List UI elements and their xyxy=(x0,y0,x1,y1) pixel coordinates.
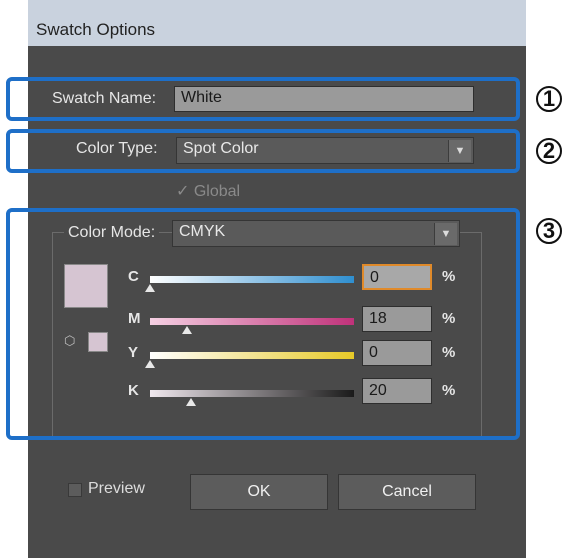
callout-box-1 xyxy=(6,77,520,121)
callout-number-3: 3 xyxy=(536,218,562,244)
dialog-title: Swatch Options xyxy=(36,20,156,39)
callout-number-1: 1 xyxy=(536,86,562,112)
checkmark-icon: ✓ xyxy=(176,183,190,200)
preview-checkbox[interactable] xyxy=(68,483,82,497)
callout-box-2 xyxy=(6,129,520,173)
callout-number-2: 2 xyxy=(536,138,562,164)
ok-button[interactable]: OK xyxy=(190,474,328,510)
cancel-button[interactable]: Cancel xyxy=(338,474,476,510)
global-checkbox[interactable]: ✓ Global xyxy=(176,181,240,201)
callout-box-3 xyxy=(6,208,520,440)
global-label: Global xyxy=(193,183,241,200)
preview-label: Preview xyxy=(88,480,145,497)
